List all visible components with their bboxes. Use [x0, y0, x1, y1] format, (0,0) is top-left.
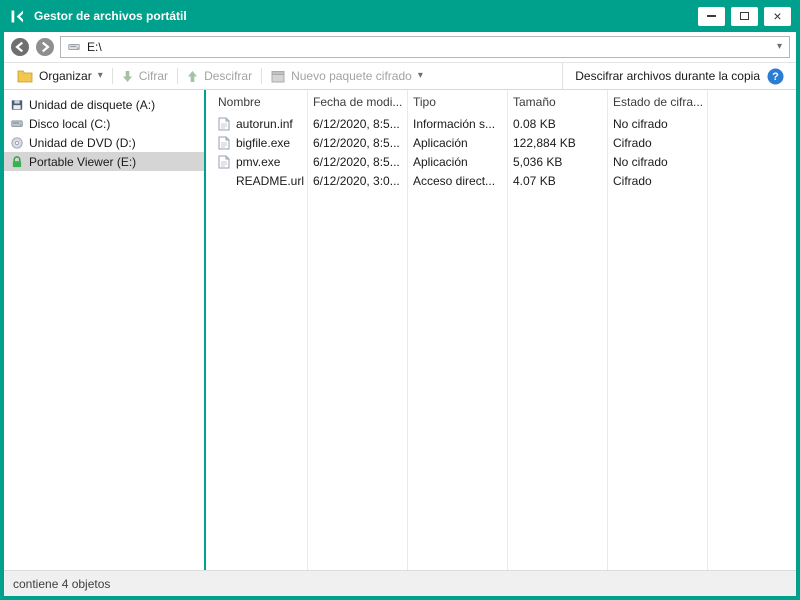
address-text: E:\ [87, 40, 770, 54]
drive-sidebar: Unidad de disquete (A:) Disco local (C:) [4, 90, 204, 570]
window-content: E:\ ▾ Organizar ▾ Cifrar [4, 32, 796, 596]
copy-option-group: Descifrar archivos durante la copia ? [562, 63, 792, 89]
navigation-bar: E:\ ▾ [4, 32, 796, 62]
column-header-type[interactable]: Tipo [407, 95, 507, 109]
file-size: 0.08 KB [507, 117, 607, 131]
floppy-disk-icon [11, 98, 23, 112]
file-size: 4.07 KB [507, 174, 607, 188]
forward-arrow-icon [35, 37, 55, 57]
decrypt-button[interactable]: Descifrar [178, 63, 261, 89]
file-encryption-status: No cifrado [607, 117, 707, 131]
column-header-encryption-status[interactable]: Estado de cifra... [607, 95, 707, 109]
decrypt-label: Descifrar [204, 69, 252, 83]
file-type: Aplicación [407, 136, 507, 150]
file-modified: 6/12/2020, 8:5... [307, 117, 407, 131]
file-type: Información s... [407, 117, 507, 131]
sidebar-item-drive-c[interactable]: Disco local (C:) [4, 114, 204, 133]
column-header-size[interactable]: Tamaño [507, 95, 607, 109]
status-text: contiene 4 objetos [13, 577, 110, 591]
copy-option-label: Descifrar archivos durante la copia [575, 69, 760, 83]
file-list: Nombre Fecha de modi... Tipo Tamaño Esta… [206, 90, 796, 570]
sidebar-item-drive-e[interactable]: Portable Viewer (E:) [4, 152, 204, 171]
file-icon [218, 136, 230, 150]
kaspersky-logo-icon [9, 8, 26, 25]
back-button[interactable] [10, 37, 30, 57]
svg-text:?: ? [772, 71, 779, 83]
close-button[interactable]: × [764, 7, 791, 26]
help-icon[interactable]: ? [767, 68, 784, 85]
sidebar-item-label: Portable Viewer (E:) [29, 155, 136, 169]
organize-button[interactable]: Organizar ▾ [8, 63, 112, 89]
dvd-disc-icon [11, 136, 23, 150]
new-package-button[interactable]: Nuevo paquete cifrado ▾ [262, 63, 432, 89]
back-arrow-icon [10, 37, 30, 57]
encrypt-button[interactable]: Cifrar [113, 63, 177, 89]
file-encryption-status: No cifrado [607, 155, 707, 169]
forward-button[interactable] [35, 37, 55, 57]
status-bar: contiene 4 objetos [4, 570, 796, 596]
file-name: autorun.inf [236, 117, 293, 131]
minimize-icon [707, 15, 716, 17]
file-modified: 6/12/2020, 3:0... [307, 174, 407, 188]
folder-icon [17, 69, 33, 83]
file-name: pmv.exe [236, 155, 280, 169]
file-type: Aplicación [407, 155, 507, 169]
file-modified: 6/12/2020, 8:5... [307, 155, 407, 169]
file-type: Acceso direct... [407, 174, 507, 188]
file-modified: 6/12/2020, 8:5... [307, 136, 407, 150]
package-icon [271, 70, 285, 83]
sidebar-item-drive-d[interactable]: Unidad de DVD (D:) [4, 133, 204, 152]
file-row-autorun[interactable]: autorun.inf 6/12/2020, 8:5... Informació… [206, 114, 796, 133]
sidebar-item-label: Disco local (C:) [29, 117, 110, 131]
address-dropdown-icon[interactable]: ▾ [777, 42, 782, 52]
organize-label: Organizar [39, 69, 92, 83]
new-package-label: Nuevo paquete cifrado [291, 69, 412, 83]
file-size: 122,884 KB [507, 136, 607, 150]
encrypt-label: Cifrar [139, 69, 168, 83]
organize-dropdown-icon: ▾ [98, 71, 103, 81]
new-package-dropdown-icon: ▾ [418, 71, 423, 81]
main-area: Unidad de disquete (A:) Disco local (C:) [4, 90, 796, 570]
drive-icon [68, 41, 80, 53]
sidebar-item-drive-a[interactable]: Unidad de disquete (A:) [4, 95, 204, 114]
window-title: Gestor de archivos portátil [34, 9, 187, 23]
window-controls: × [698, 7, 791, 26]
file-icon [218, 155, 230, 169]
file-size: 5,036 KB [507, 155, 607, 169]
decrypt-arrow-up-icon [187, 70, 198, 83]
minimize-button[interactable] [698, 7, 725, 26]
file-name: bigfile.exe [236, 136, 290, 150]
column-header-modified[interactable]: Fecha de modi... [307, 95, 407, 109]
sidebar-item-label: Unidad de disquete (A:) [29, 98, 155, 112]
file-icon [218, 117, 230, 131]
file-encryption-status: Cifrado [607, 136, 707, 150]
file-row-readme[interactable]: README.url 6/12/2020, 3:0... Acceso dire… [206, 171, 796, 190]
sidebar-item-label: Unidad de DVD (D:) [29, 136, 136, 150]
maximize-icon [740, 12, 749, 20]
portable-file-manager-window: Gestor de archivos portátil × [0, 0, 800, 600]
titlebar[interactable]: Gestor de archivos portátil × [0, 0, 800, 32]
file-encryption-status: Cifrado [607, 174, 707, 188]
file-row-bigfile[interactable]: bigfile.exe 6/12/2020, 8:5... Aplicación… [206, 133, 796, 152]
green-lock-icon [11, 155, 23, 169]
file-row-pmv[interactable]: pmv.exe 6/12/2020, 8:5... Aplicación 5,0… [206, 152, 796, 171]
toolbar: Organizar ▾ Cifrar Descifrar [4, 62, 796, 90]
file-name: README.url [236, 174, 304, 188]
file-list-header: Nombre Fecha de modi... Tipo Tamaño Esta… [206, 90, 796, 114]
encrypt-arrow-down-icon [122, 70, 133, 83]
column-header-name[interactable]: Nombre [206, 95, 307, 109]
close-icon: × [773, 9, 781, 23]
maximize-button[interactable] [731, 7, 758, 26]
address-bar[interactable]: E:\ ▾ [60, 36, 790, 58]
hard-disk-icon [11, 117, 23, 130]
